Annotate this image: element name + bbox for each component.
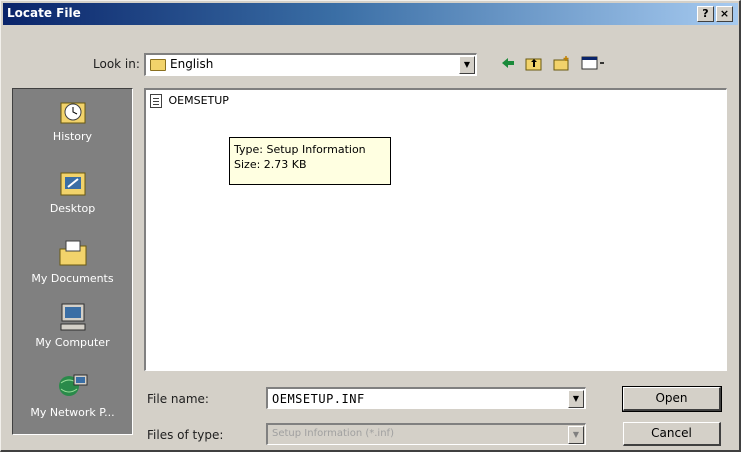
history-icon [56,95,90,127]
setup-file-icon [150,94,162,108]
look-in-dropdown-button[interactable]: ▼ [459,56,475,74]
close-button[interactable]: × [716,6,733,22]
my-documents-icon [56,237,90,269]
place-label: Desktop [49,202,96,215]
place-label: My Computer [35,336,110,349]
place-my-network[interactable]: My Network P... [13,371,132,419]
list-item[interactable]: OEMSETUP [150,94,229,110]
title-bar[interactable]: Locate File ? × [3,3,738,25]
places-bar: History Desktop My Documents My Computer… [12,88,133,435]
open-button[interactable]: Open [622,386,722,412]
place-label: My Network P... [30,406,115,419]
file-name-input[interactable]: OEMSETUP.INF ▼ [266,387,586,409]
files-of-type-select[interactable]: Setup Information (*.inf) ▼ [266,423,586,445]
folder-icon [150,59,166,71]
cancel-button[interactable]: Cancel [623,422,721,446]
up-folder-icon[interactable] [525,55,543,75]
files-of-type-label: Files of type: [147,428,224,442]
new-folder-icon[interactable] [553,55,571,75]
desktop-icon [56,167,90,199]
look-in-value: English [170,57,214,71]
place-my-computer[interactable]: My Computer [13,301,132,349]
place-my-documents[interactable]: My Documents [13,237,132,285]
place-label: History [52,130,93,143]
tooltip-type: Type: Setup Information [234,143,366,156]
place-label: My Documents [31,272,114,285]
files-of-type-dropdown-button[interactable]: ▼ [568,426,584,444]
tooltip-size: Size: 2.73 KB [234,158,307,171]
views-menu-icon[interactable] [581,55,607,75]
file-info-tooltip: Type: Setup Information Size: 2.73 KB [229,137,391,185]
file-name-dropdown-button[interactable]: ▼ [568,390,584,408]
file-name-value: OEMSETUP.INF [272,392,365,406]
file-name-label: File name: [147,392,209,406]
file-list[interactable]: OEMSETUP [144,88,727,371]
place-desktop[interactable]: Desktop [13,167,132,215]
help-button[interactable]: ? [697,6,714,22]
dialog-title: Locate File [7,6,81,20]
look-in-label: Look in: [93,57,140,71]
look-in-combobox[interactable]: English ▼ [144,53,477,76]
files-of-type-value: Setup Information (*.inf) [272,428,394,439]
locate-file-dialog: Locate File ? × Look in: English ▼ Histo… [0,0,741,452]
place-history[interactable]: History [13,95,132,143]
file-name: OEMSETUP [168,94,229,107]
my-computer-icon [56,301,90,333]
my-network-places-icon [56,371,90,403]
back-arrow-icon[interactable] [500,55,516,75]
